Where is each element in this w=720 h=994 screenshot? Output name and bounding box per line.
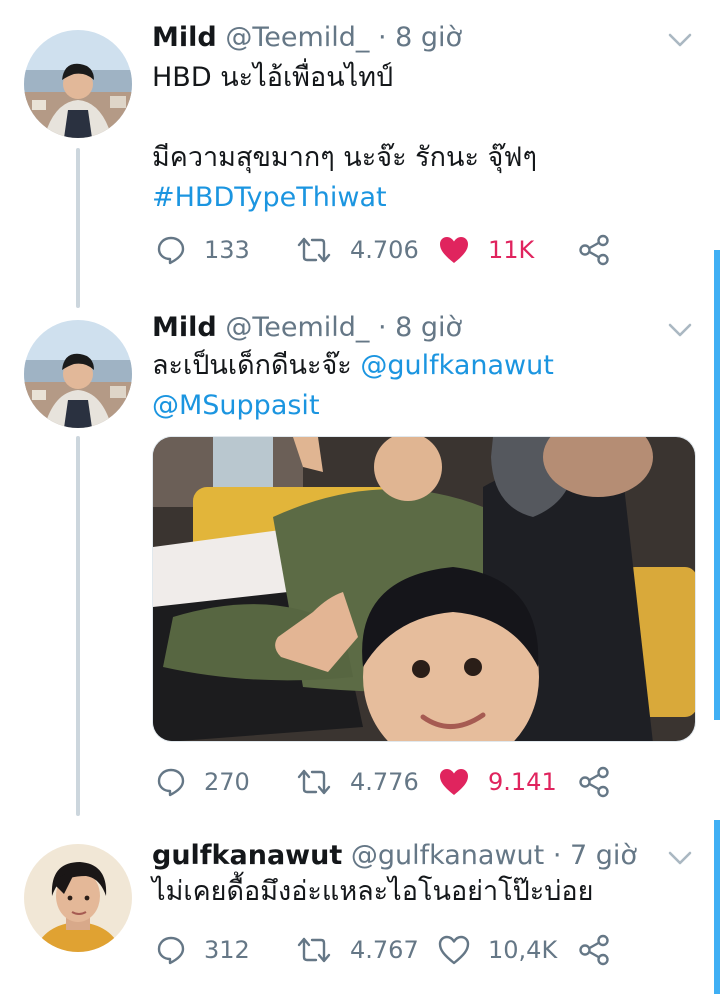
hashtag-link[interactable]: #HBDTypeThiwat (152, 178, 690, 218)
retweet-button[interactable]: 4.776 (296, 762, 419, 802)
like-count: 11K (488, 236, 535, 264)
timestamp[interactable]: · 8 giờ (378, 22, 462, 53)
reply-count: 133 (204, 236, 250, 264)
avatar[interactable] (24, 30, 132, 138)
share-button[interactable] (578, 930, 610, 970)
mention-link[interactable]: @MSuppasit (152, 386, 690, 426)
user-handle[interactable]: @Teemild_ (225, 312, 369, 343)
tweet[interactable]: Mild @Teemild_ · 8 giờ HBD นะไอ้เพื่อนไท… (0, 20, 720, 290)
chevron-down-icon[interactable] (664, 24, 696, 56)
like-button[interactable]: 9.141 (438, 762, 557, 802)
retweet-button[interactable]: 4.706 (296, 230, 419, 270)
tweet[interactable]: gulfkanawut @gulfkanawut · 7 giờ ไม่เคยด… (0, 838, 720, 994)
avatar[interactable] (24, 844, 132, 952)
reply-icon (157, 768, 185, 797)
reply-count: 312 (204, 936, 250, 964)
tweet-text-line: HBD นะไอ้เพื่อนไทป์ (152, 62, 394, 93)
share-icon (579, 934, 609, 966)
share-icon (579, 234, 609, 266)
like-icon (440, 769, 468, 795)
reply-button[interactable]: 133 (156, 230, 250, 270)
tweet-actions: 312 4.767 10,4K (152, 930, 620, 970)
retweet-icon (297, 237, 331, 263)
like-icon (438, 935, 470, 965)
share-button[interactable] (578, 762, 610, 802)
like-icon (440, 237, 468, 263)
like-button[interactable]: 11K (438, 230, 534, 270)
display-name[interactable]: gulfkanawut (152, 840, 342, 871)
tweet-header: Mild @Teemild_ · 8 giờ (152, 310, 640, 346)
chevron-down-icon[interactable] (664, 842, 696, 874)
retweet-button[interactable]: 4.767 (296, 930, 419, 970)
avatar[interactable] (24, 320, 132, 428)
reply-icon (157, 936, 185, 965)
user-handle[interactable]: @Teemild_ (225, 22, 369, 53)
tweet-text-line: มีความสุขมากๆ นะจ๊ะ รักนะ จุ๊ฟๆ (152, 142, 538, 173)
user-handle[interactable]: @gulfkanawut (351, 840, 544, 871)
like-count: 9.141 (488, 768, 557, 796)
tweet-actions: 270 4.776 9.141 (152, 762, 620, 802)
tweet-text: HBD นะไอ้เพื่อนไทป์ มีความสุขมากๆ นะจ๊ะ … (152, 58, 690, 218)
reply-button[interactable]: 312 (156, 930, 250, 970)
mention-link[interactable]: @gulfkanawut (360, 350, 553, 381)
like-count: 10,4K (488, 936, 558, 964)
retweet-count: 4.767 (350, 936, 419, 964)
retweet-count: 4.776 (350, 768, 419, 796)
tweet[interactable]: Mild @Teemild_ · 8 giờ ละเป็นเด็กดีนะจ๊ะ… (0, 310, 720, 810)
reply-button[interactable]: 270 (156, 762, 250, 802)
tweet-text-line: ไม่เคยดื้อมึงอ่ะแหละไอโนอย่าโป๊ะบ่อย (152, 876, 594, 907)
tweet-text: ละเป็นเด็กดีนะจ๊ะ @gulfkanawut @MSuppasi… (152, 346, 690, 426)
display-name[interactable]: Mild (152, 22, 217, 53)
tweet-text-line: ละเป็นเด็กดีนะจ๊ะ (152, 350, 352, 381)
timestamp[interactable]: · 8 giờ (378, 312, 462, 343)
tweet-actions: 133 4.706 11K (152, 230, 620, 270)
tweet-header: Mild @Teemild_ · 8 giờ (152, 20, 640, 56)
share-button[interactable] (578, 230, 610, 270)
tweet-photo[interactable] (152, 436, 696, 742)
reply-icon (157, 236, 185, 265)
retweet-icon (297, 937, 331, 963)
tweet-header: gulfkanawut @gulfkanawut · 7 giờ (152, 838, 640, 874)
reply-count: 270 (204, 768, 250, 796)
retweet-count: 4.706 (350, 236, 419, 264)
like-button[interactable]: 10,4K (438, 930, 557, 970)
timestamp[interactable]: · 7 giờ (553, 840, 637, 871)
chevron-down-icon[interactable] (664, 314, 696, 346)
retweet-icon (297, 769, 331, 795)
tweet-text: ไม่เคยดื้อมึงอ่ะแหละไอโนอย่าโป๊ะบ่อย (152, 872, 690, 912)
display-name[interactable]: Mild (152, 312, 217, 343)
share-icon (579, 766, 609, 798)
